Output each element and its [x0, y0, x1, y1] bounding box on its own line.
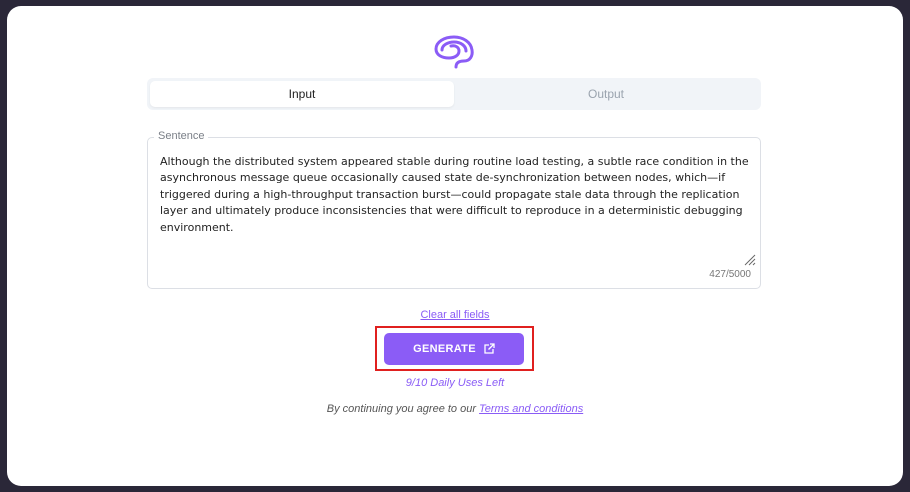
sentence-field-label: Sentence	[154, 130, 209, 142]
terms-notice: By continuing you agree to our Terms and…	[0, 403, 910, 415]
tab-input[interactable]: Input	[150, 81, 454, 107]
generate-button[interactable]: GENERATE	[384, 333, 524, 365]
sentence-textarea[interactable]: Sentence Although the distributed system…	[147, 130, 761, 289]
clear-all-fields-link[interactable]: Clear all fields	[0, 309, 910, 321]
resize-handle-icon[interactable]	[744, 254, 756, 266]
external-link-icon	[484, 343, 495, 354]
tab-output[interactable]: Output	[454, 81, 758, 107]
terms-prefix: By continuing you agree to our	[326, 403, 480, 415]
mode-tabs: Input Output	[147, 78, 761, 110]
generate-button-label: GENERATE	[413, 343, 476, 355]
sentence-text[interactable]: Although the distributed system appeared…	[160, 154, 750, 236]
brain-logo-icon	[434, 35, 474, 69]
daily-uses-left: 9/10 Daily Uses Left	[405, 377, 505, 389]
terms-link[interactable]: Terms and conditions	[479, 403, 583, 415]
character-counter: 427/5000	[709, 269, 751, 280]
